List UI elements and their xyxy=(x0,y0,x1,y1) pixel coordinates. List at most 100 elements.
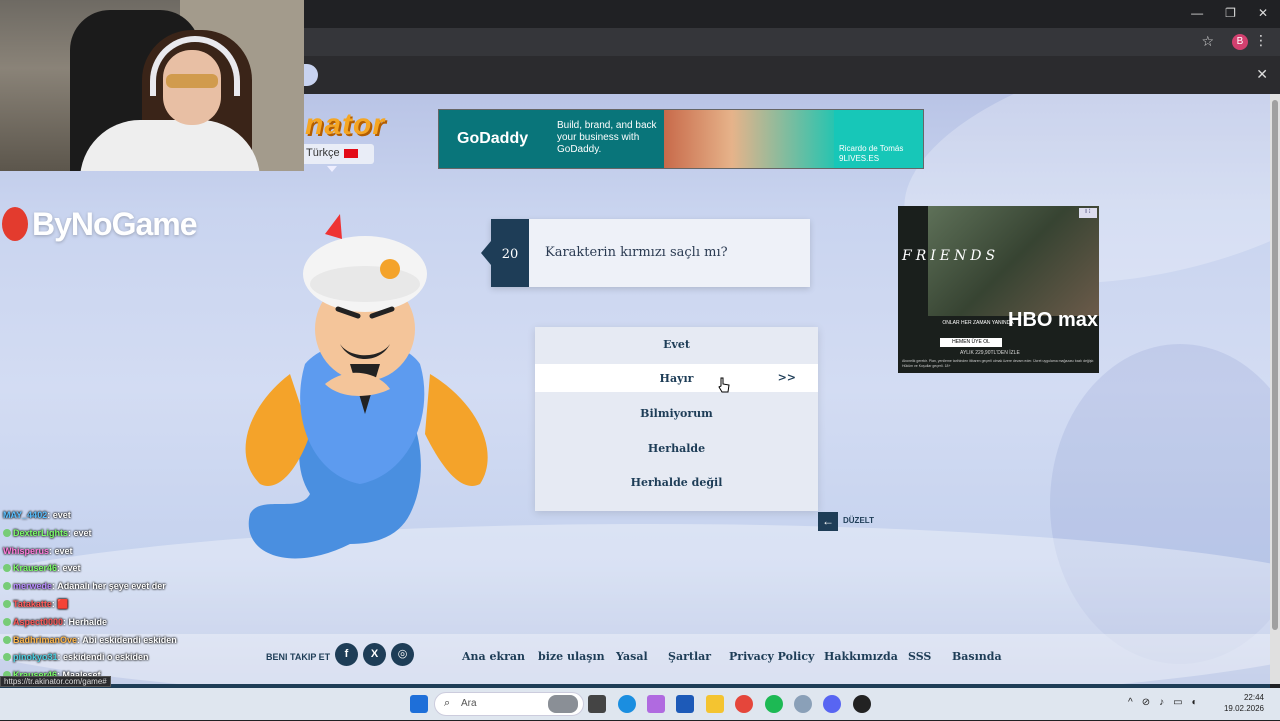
clock[interactable]: 22:44 19.02.2026 xyxy=(1224,692,1264,714)
akinator-genie-image xyxy=(245,214,488,559)
correct-button[interactable]: DÜZELT xyxy=(843,516,874,525)
footer-link-legal[interactable]: Yasal xyxy=(616,650,648,663)
answer-probably[interactable]: Herhalde xyxy=(535,434,818,462)
x-twitter-icon[interactable]: X xyxy=(363,643,386,666)
file-explorer-icon[interactable] xyxy=(706,695,724,713)
back-arrow-icon[interactable]: ← xyxy=(818,512,838,531)
footer-link-contact[interactable]: bize ulaşın xyxy=(538,650,605,663)
footer-link-privacy[interactable]: Privacy Policy xyxy=(729,650,814,663)
double-chevron-right-icon: >> xyxy=(777,371,796,384)
chat-username: pinokyo31 xyxy=(13,652,58,663)
chat-username: merwede xyxy=(13,581,53,592)
chat-badge-icon xyxy=(3,582,11,591)
question-number: 20 xyxy=(481,219,529,287)
answer-label: Evet xyxy=(663,338,690,351)
minimize-icon[interactable]: — xyxy=(1191,6,1203,20)
widget-car-icon[interactable] xyxy=(548,695,578,713)
chat-badge-icon xyxy=(3,564,11,573)
answer-probably-not[interactable]: Herhalde değil xyxy=(535,468,818,496)
store-icon[interactable] xyxy=(676,695,694,713)
chat-text: evet xyxy=(54,545,73,556)
chat-text: Abi eskidendi eskiden xyxy=(82,634,177,645)
settings-gear-icon[interactable] xyxy=(794,695,812,713)
ad-price: AYLIK 229,90TL'DEN İZLE xyxy=(960,350,1020,356)
scrollbar-thumb[interactable] xyxy=(1272,100,1278,630)
language-select[interactable]: Türkçe xyxy=(300,144,374,164)
copilot-icon[interactable] xyxy=(647,695,665,713)
answer-no[interactable]: Hayır >> xyxy=(535,364,818,392)
hand-pointer-icon xyxy=(718,377,730,393)
ad-show-title: FRIENDS xyxy=(902,248,1000,264)
ad-copy: Build, brand, and back your business wit… xyxy=(557,120,657,155)
chat-text: eskidendi o eskiden xyxy=(63,652,149,663)
search-placeholder: Ara xyxy=(461,698,477,709)
chat-message: pinokyo31: eskidendi o eskiden xyxy=(3,649,263,667)
chat-username: Aspect0000 xyxy=(13,616,64,627)
profile-avatar[interactable]: B xyxy=(1232,34,1248,50)
ad-credit-site: 9LIVES.ES xyxy=(839,154,880,163)
chat-username: Tatakatte xyxy=(13,598,52,609)
ad-banner[interactable]: GoDaddy Build, brand, and back your busi… xyxy=(438,109,924,169)
system-tray-icons[interactable]: ^⊘♪▭◐ xyxy=(1128,697,1207,708)
footer-link-press[interactable]: Basında xyxy=(952,650,1002,663)
hbo-ad[interactable]: FRIENDS ONLAR HER ZAMAN YANINDA HBO max … xyxy=(898,206,1099,373)
chat-badge-icon xyxy=(3,635,11,644)
windows-taskbar: ⌕ Ara ^⊘♪▭◐ 22:44 19.02.2026 xyxy=(0,688,1280,720)
edge-icon[interactable] xyxy=(618,695,636,713)
chat-badge-icon xyxy=(3,528,11,537)
close-bar-icon[interactable]: ✕ xyxy=(1256,66,1268,83)
browser-menu-icon[interactable]: ⋮ xyxy=(1254,32,1268,49)
obs-icon[interactable] xyxy=(853,695,871,713)
chat-badge-icon xyxy=(3,653,11,662)
discord-icon[interactable] xyxy=(823,695,841,713)
chat-message: MAY_4402: evet xyxy=(3,507,263,525)
search-icon: ⌕ xyxy=(444,697,451,709)
page-scrollbar[interactable] xyxy=(1270,94,1280,684)
window-controls: — ❐ ✕ xyxy=(1191,6,1268,20)
bynogame-mark-icon xyxy=(2,207,28,241)
answer-dont-know[interactable]: Bilmiyorum xyxy=(535,399,818,427)
ad-brand: GoDaddy xyxy=(457,130,529,147)
answer-label: Hayır xyxy=(659,372,694,385)
footer-link-home[interactable]: Ana ekran xyxy=(462,650,525,663)
start-windows-icon[interactable] xyxy=(410,695,428,713)
chat-message: Whisperus: evet xyxy=(3,543,263,561)
chrome-icon[interactable] xyxy=(735,695,753,713)
footer-link-about[interactable]: Hakkımızda xyxy=(824,650,898,663)
bynogame-text: ByNoGame xyxy=(32,206,197,242)
bynogame-overlay-logo: ByNoGame xyxy=(2,206,197,243)
facebook-icon[interactable]: f xyxy=(335,643,358,666)
chat-text: evet xyxy=(52,510,71,520)
footer-link-faq[interactable]: SSS xyxy=(908,650,931,663)
chat-badge-icon xyxy=(3,617,11,626)
clock-date: 19.02.2026 xyxy=(1223,704,1264,713)
bookmark-star-icon[interactable]: ☆ xyxy=(1201,33,1214,50)
chat-text: evet xyxy=(62,563,81,574)
chat-text: Herhalde xyxy=(68,616,108,627)
answer-label: Bilmiyorum xyxy=(640,407,713,420)
ad-cta-button[interactable]: HEMEN ÜYE OL xyxy=(940,338,1002,347)
spotify-icon[interactable] xyxy=(765,695,783,713)
restore-icon[interactable]: ❐ xyxy=(1225,6,1236,20)
adchoices-icon[interactable]: i ⁞ xyxy=(1079,208,1097,218)
ad-credit-name: Ricardo de Tomás xyxy=(839,144,904,153)
follow-label: BENI TAKIP ET xyxy=(266,652,331,662)
ad-credit: Ricardo de Tomás 9LIVES.ES xyxy=(839,144,903,164)
task-view-icon[interactable] xyxy=(588,695,606,713)
answer-label: Herhalde xyxy=(647,442,706,455)
site-logo[interactable]: nator xyxy=(305,108,385,142)
chat-text: Adanalı her şeye evet der xyxy=(57,581,166,592)
close-window-icon[interactable]: ✕ xyxy=(1258,6,1268,20)
caret-down-icon xyxy=(327,166,337,172)
question-text: Karakterin kırmızı saçlı mı? xyxy=(545,245,728,260)
ad-fine-print: Abonelik gerekir. Plan, yenileme tarihin… xyxy=(902,359,1095,368)
chat-message: Tatakatte: 🟥 xyxy=(3,596,263,614)
chat-username: BadhrimanOve xyxy=(13,634,78,645)
turkey-flag-icon xyxy=(343,148,358,158)
chat-username: DexterLights xyxy=(13,527,69,538)
chat-text: 🟥 xyxy=(57,598,69,609)
footer-link-terms[interactable]: Şartlar xyxy=(668,650,711,663)
answer-yes[interactable]: Evet xyxy=(535,330,818,358)
instagram-icon[interactable]: ◎ xyxy=(391,643,414,666)
chat-message: Krauser46: evet xyxy=(3,560,263,578)
